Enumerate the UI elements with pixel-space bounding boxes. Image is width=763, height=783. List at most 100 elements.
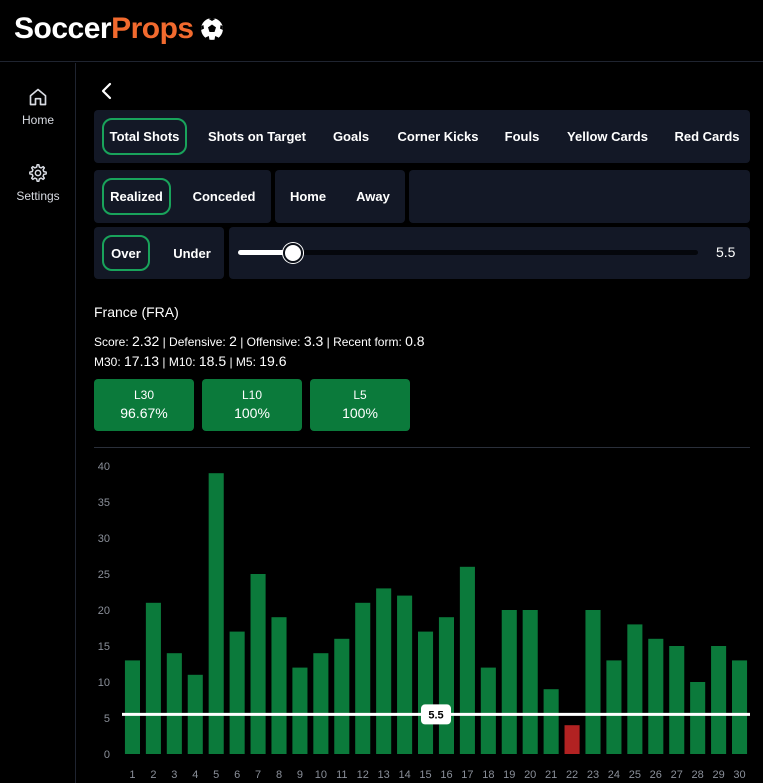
logo-text-soccer: Soccer: [14, 12, 112, 45]
x-tick-label: 21: [545, 769, 557, 781]
over-toggle[interactable]: Over: [102, 235, 150, 271]
y-tick-label: 20: [98, 605, 110, 617]
card-value: 100%: [234, 405, 270, 421]
sidebar-item-home[interactable]: Home: [0, 87, 76, 127]
hit-rate-card-l30[interactable]: L30 96.67%: [94, 379, 194, 431]
game-history-bar-chart: 05101520253035401 2 3 4 5 6 7 8 9 10 11 12 13 14 15 16 1…: [98, 461, 750, 781]
app-logo[interactable]: Soccer Props: [14, 12, 225, 46]
sidebar-item-settings[interactable]: Settings: [0, 163, 76, 203]
card-label: L30: [133, 388, 155, 402]
conceded-toggle[interactable]: Conceded: [184, 178, 264, 215]
x-tick-label: 17: [461, 769, 473, 781]
chart-bar: [355, 602, 371, 754]
card-label: L10: [241, 388, 263, 402]
y-tick-label: 40: [98, 461, 110, 473]
tab-fouls[interactable]: Fouls: [499, 118, 545, 155]
y-tick-label: 25: [98, 569, 110, 581]
score-value: 2.32: [132, 333, 160, 349]
chart-bar: [250, 574, 266, 754]
chart-bar: [397, 595, 413, 754]
chart-bar: [564, 725, 580, 754]
threshold-label: 5.5: [428, 709, 443, 721]
x-tick-label: 22: [566, 769, 578, 781]
x-tick-label: 9: [297, 769, 303, 781]
recent-form-label: | Recent form:: [323, 335, 406, 349]
realized-toggle[interactable]: Realized: [102, 178, 171, 215]
chart-bar: [627, 624, 643, 754]
y-tick-label: 35: [98, 497, 110, 509]
chart-bar: [313, 653, 329, 754]
card-value: 100%: [342, 405, 378, 421]
sidebar-item-label: Home: [21, 113, 54, 127]
chart-bar: [522, 610, 538, 754]
chart-bar: [438, 617, 455, 754]
chart-bar: [417, 631, 434, 754]
tab-yellow-cards[interactable]: Yellow Cards: [561, 118, 654, 155]
x-tick-label: 1: [129, 769, 135, 781]
chart-bar: [145, 602, 161, 754]
chart-bar: [648, 638, 664, 754]
chart-bar: [690, 682, 706, 754]
tab-corner-kicks[interactable]: Corner Kicks: [392, 118, 484, 155]
chart-bar: [271, 617, 287, 754]
defensive-label: | Defensive:: [159, 335, 230, 349]
chart-bar: [124, 660, 141, 754]
empty-filter-panel: [409, 170, 750, 223]
x-tick-label: 14: [398, 769, 410, 781]
chart-bar: [334, 638, 350, 754]
tab-total-shots[interactable]: Total Shots: [102, 118, 187, 155]
offensive-value: 3.3: [303, 333, 324, 349]
chart-bar: [501, 610, 517, 754]
chart-bar: [480, 667, 496, 754]
tab-red-cards[interactable]: Red Cards: [670, 118, 744, 155]
x-tick-label: 8: [276, 769, 282, 781]
chevron-left-icon: [101, 82, 112, 100]
score-label: Score:: [94, 335, 133, 349]
team-name: France (FRA): [94, 304, 179, 320]
away-toggle[interactable]: Away: [347, 178, 399, 215]
x-tick-label: 15: [419, 769, 431, 781]
back-button[interactable]: [97, 80, 117, 102]
x-tick-label: 6: [234, 769, 240, 781]
tab-shots-on-target[interactable]: Shots on Target: [203, 118, 311, 155]
hit-rate-card-l5[interactable]: L5 100%: [310, 379, 410, 431]
under-toggle[interactable]: Under: [164, 235, 220, 271]
card-label: L5: [353, 388, 367, 402]
app-header: Soccer Props: [0, 0, 763, 62]
x-tick-label: 25: [629, 769, 641, 781]
m30-value: 17.13: [124, 353, 160, 369]
x-tick-label: 10: [315, 769, 327, 781]
hit-rate-card-l10[interactable]: L10 100%: [202, 379, 302, 431]
chart-bar: [585, 610, 601, 754]
card-value: 96.67%: [120, 405, 168, 421]
x-tick-label: 23: [587, 769, 599, 781]
chart-bar: [208, 473, 224, 754]
x-tick-label: 29: [712, 769, 724, 781]
chart-bar: [731, 660, 748, 754]
chart-bar: [166, 653, 182, 754]
x-tick-label: 2: [150, 769, 156, 781]
chart-bar: [543, 689, 559, 754]
chart-bar: [459, 566, 475, 754]
m10-value: 18.5: [198, 353, 227, 369]
x-tick-label: 28: [692, 769, 704, 781]
home-toggle[interactable]: Home: [282, 178, 334, 215]
line-slider-track[interactable]: [238, 250, 698, 255]
y-tick-label: 15: [98, 641, 110, 653]
line-slider-value: 5.5: [716, 244, 736, 260]
x-tick-label: 20: [524, 769, 536, 781]
x-tick-label: 3: [171, 769, 177, 781]
x-tick-label: 19: [503, 769, 515, 781]
stats-means: M30: 17.13 | M10: 18.5 | M5: 19.6: [94, 353, 286, 369]
x-tick-label: 11: [336, 769, 347, 781]
m10-label: | M10:: [159, 355, 199, 369]
x-tick-label: 13: [378, 769, 390, 781]
tab-goals[interactable]: Goals: [327, 118, 375, 155]
section-divider: [94, 447, 750, 448]
m5-value: 19.6: [259, 353, 287, 369]
x-tick-label: 18: [482, 769, 494, 781]
y-tick-label: 0: [104, 749, 110, 761]
y-tick-label: 10: [98, 677, 110, 689]
recent-form-value: 0.8: [405, 333, 425, 349]
chart-bar: [711, 646, 727, 754]
